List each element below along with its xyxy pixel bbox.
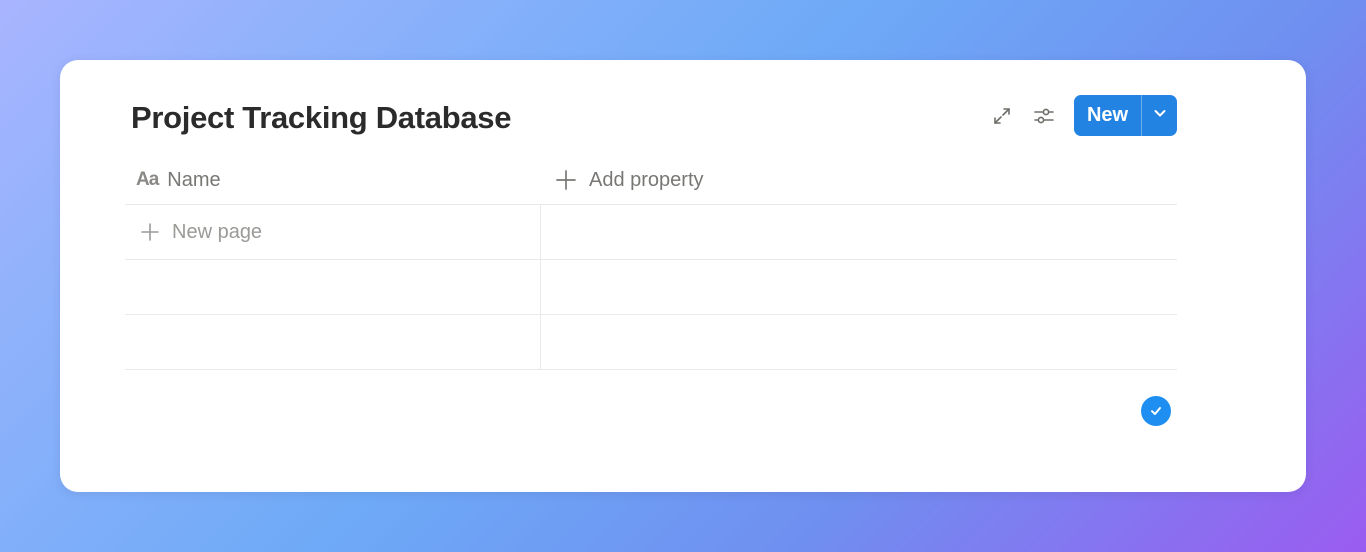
add-property-button[interactable]: Add property [555, 156, 704, 204]
chevron-down-icon [1152, 105, 1168, 126]
new-page-label: New page [172, 220, 263, 243]
add-property-label: Add property [589, 168, 704, 191]
column-divider [540, 260, 541, 315]
new-button[interactable]: New [1074, 95, 1141, 136]
table-header: Aa Name Add property [125, 156, 1177, 205]
table-row[interactable] [125, 260, 1177, 315]
table-row: New page [125, 205, 1177, 260]
database-table: Aa Name Add property New page [125, 156, 1177, 370]
column-divider [540, 315, 541, 370]
settings-sliders-icon[interactable] [1031, 103, 1057, 129]
new-dropdown-button[interactable] [1142, 95, 1177, 136]
table-row[interactable] [125, 315, 1177, 370]
plus-icon [555, 169, 577, 191]
page-title: Project Tracking Database [131, 100, 512, 135]
expand-icon[interactable] [989, 103, 1015, 129]
database-card: Project Tracking Database New Aa Name Ad… [60, 60, 1306, 492]
column-header-name[interactable]: Aa Name [136, 156, 221, 204]
text-property-icon: Aa [136, 169, 159, 190]
new-page-button[interactable]: New page [140, 205, 262, 259]
column-divider [540, 205, 541, 260]
plus-icon [140, 222, 160, 242]
check-circle-icon[interactable] [1141, 396, 1171, 426]
column-header-label: Name [167, 168, 221, 191]
new-button-group: New [1074, 95, 1177, 136]
